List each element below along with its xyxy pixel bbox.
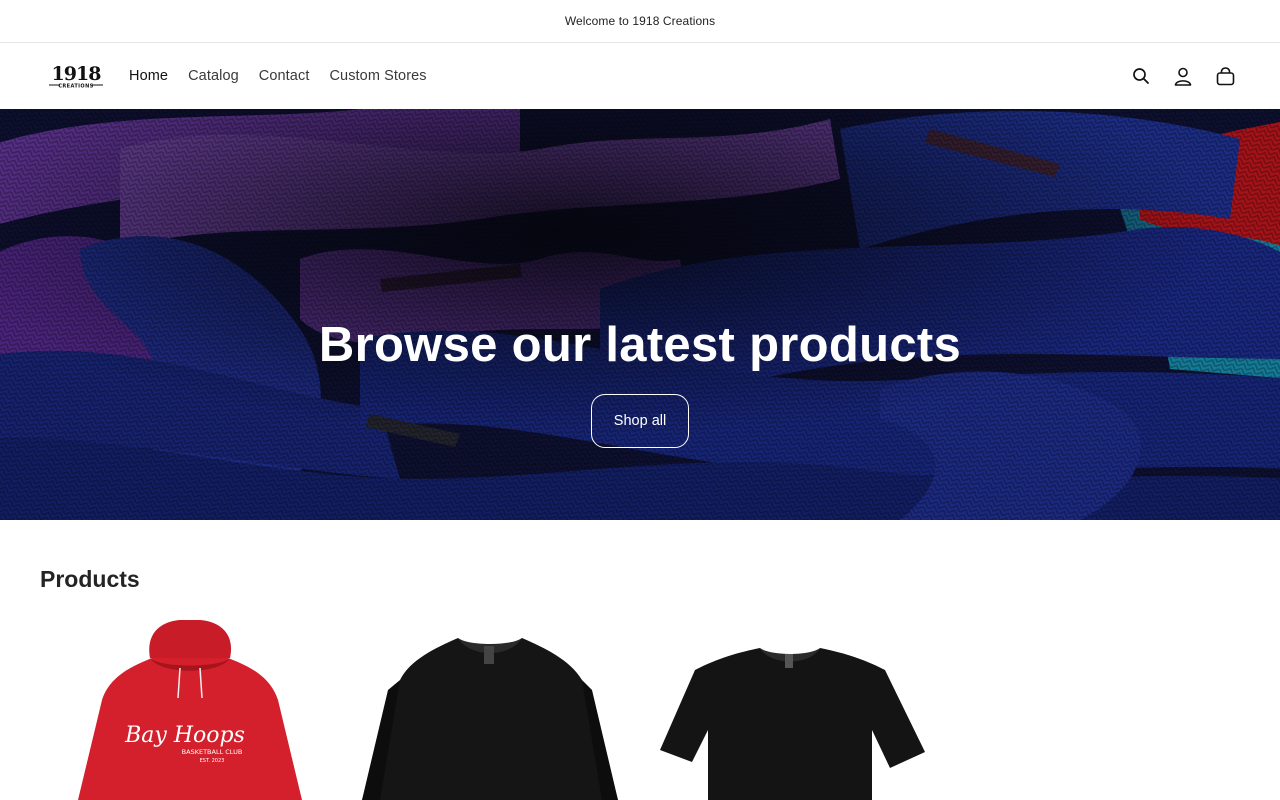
nav-home[interactable]: Home [129, 68, 168, 84]
hero-overlay [0, 109, 1280, 520]
product-image-black-tee [660, 648, 925, 800]
header-icons [1110, 43, 1236, 109]
logo-main-text: 1918 [52, 63, 102, 85]
products-heading: Products [40, 566, 140, 592]
product-card-black-tee[interactable] [640, 620, 930, 800]
cart-icon[interactable] [1214, 65, 1236, 87]
product-card-red-hoodie[interactable]: Bay Hoops BASKETBALL CLUB EST. 2023 [40, 620, 330, 800]
main-nav: Home Catalog Contact Custom Stores [129, 43, 447, 109]
product-card-black-long-sleeve-tee[interactable] [340, 620, 630, 800]
product-image-black-long-sleeve-tee [362, 638, 618, 800]
logo-sub-text: CREATIONS [58, 84, 93, 90]
announcement-bar: Welcome to 1918 Creations [0, 0, 1280, 43]
hoodie-print-line1: BASKETBALL CLUB [182, 748, 243, 756]
nav-custom-stores[interactable]: Custom Stores [329, 68, 426, 84]
hero-title: Browse our latest products [318, 318, 962, 372]
hoodie-print-script: Bay Hoops [124, 723, 245, 748]
account-icon[interactable] [1172, 65, 1194, 87]
site-header: 1918 CREATIONS Home Catalog Contact Cust… [0, 43, 1280, 109]
hero-banner: Browse our latest products [0, 109, 1280, 520]
search-icon[interactable] [1130, 65, 1152, 87]
nav-contact[interactable]: Contact [259, 68, 310, 84]
product-image-red-hoodie: Bay Hoops BASKETBALL CLUB EST. 2023 [78, 620, 302, 800]
hoodie-print-line2: EST. 2023 [200, 758, 225, 764]
site-logo[interactable]: 1918 CREATIONS [46, 63, 106, 91]
announcement-text: Welcome to 1918 Creations [564, 14, 716, 28]
nav-catalog[interactable]: Catalog [188, 68, 239, 84]
shop-all-button[interactable]: Shop all [591, 394, 689, 448]
